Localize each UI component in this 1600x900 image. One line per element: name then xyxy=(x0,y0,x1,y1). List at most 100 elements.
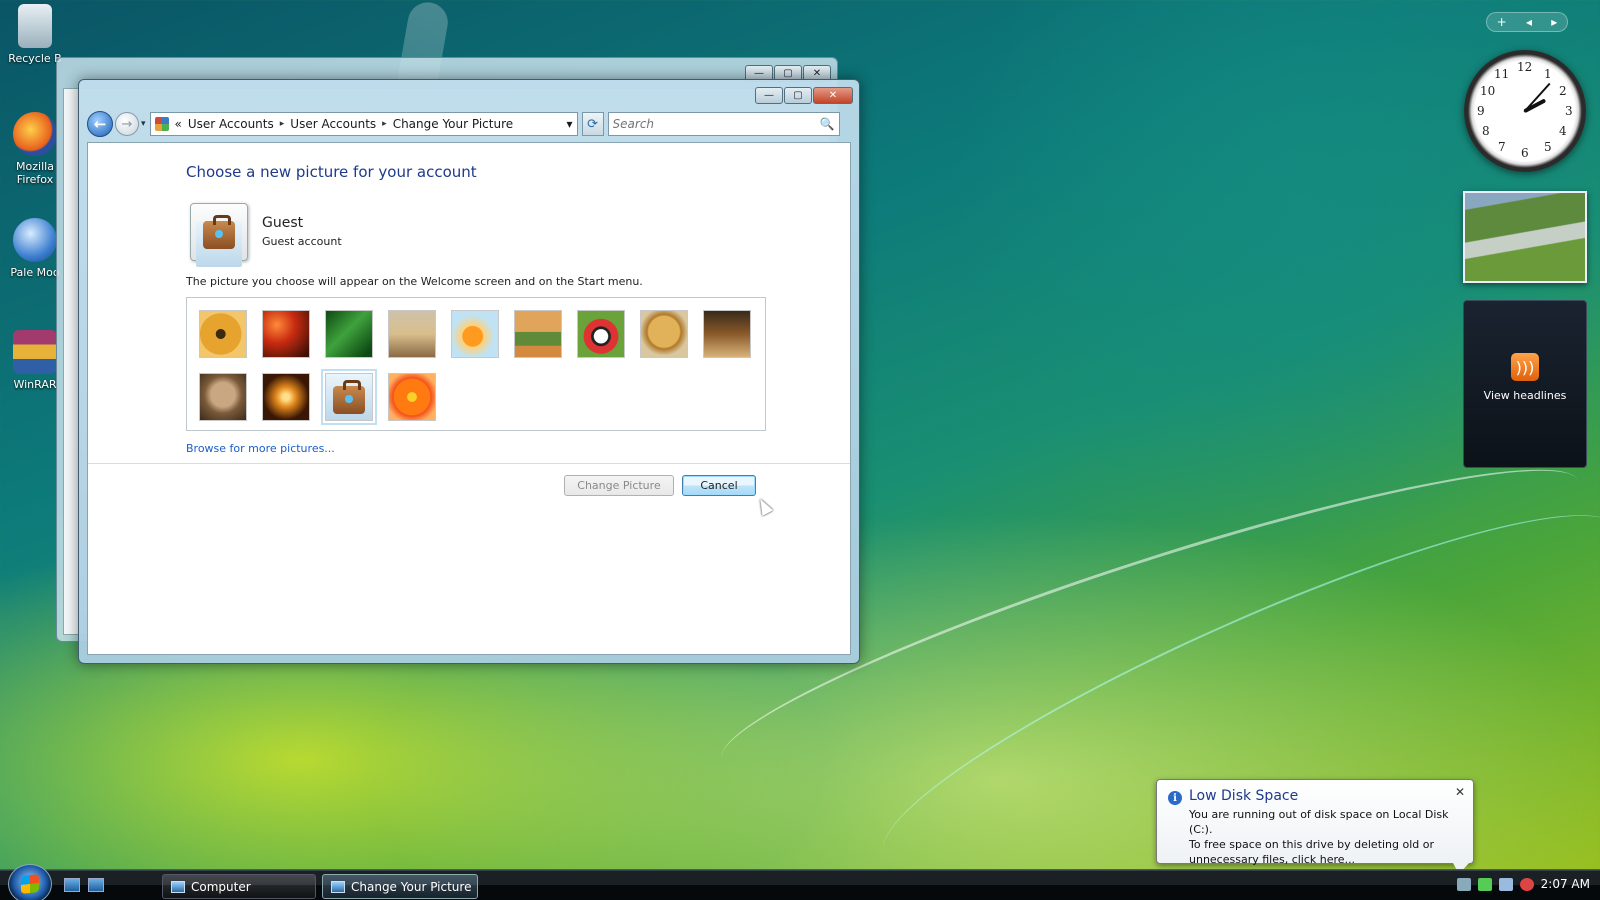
notification-line: To free space on this drive by deleting … xyxy=(1189,838,1435,851)
notification-close-icon[interactable]: ✕ xyxy=(1455,785,1465,799)
system-tray: 2:07 AM xyxy=(1456,877,1590,891)
address-dropdown-icon[interactable]: ▾ xyxy=(567,117,573,131)
clock-number: 1 xyxy=(1544,67,1552,81)
clock-number: 2 xyxy=(1559,84,1567,98)
search-input[interactable] xyxy=(612,117,820,131)
clock-number: 5 xyxy=(1544,140,1552,154)
clock-number: 8 xyxy=(1482,124,1490,138)
recycle-bin-icon xyxy=(18,4,52,48)
taskbar: Computer Change Your Picture 2:07 AM xyxy=(0,864,1600,900)
picture-dog[interactable] xyxy=(640,310,688,358)
picture-fall-leaves[interactable] xyxy=(262,310,310,358)
picture-grid xyxy=(186,297,766,431)
current-account-picture xyxy=(190,203,248,267)
navigation-bar: ← → ▾ « User Accounts ▸ User Accounts ▸ … xyxy=(87,110,851,138)
breadcrumb-separator-icon[interactable]: ▸ xyxy=(280,119,285,129)
cancel-button[interactable]: Cancel xyxy=(682,475,756,496)
picture-robot[interactable] xyxy=(388,310,436,358)
divider xyxy=(88,463,850,464)
user-accounts-icon xyxy=(331,880,345,893)
windows-flag-icon xyxy=(21,874,39,894)
change-picture-button[interactable]: Change Picture xyxy=(564,475,674,496)
clock-number: 6 xyxy=(1521,146,1529,160)
clock-number: 4 xyxy=(1559,124,1567,138)
search-icon[interactable]: 🔍 xyxy=(820,117,835,131)
next-gadget-button[interactable]: ▸ xyxy=(1551,15,1557,29)
desktop-icon-recycle-bin[interactable]: Recycle B xyxy=(2,4,68,65)
close-button[interactable]: ✕ xyxy=(813,87,853,104)
pale-moon-icon xyxy=(13,218,57,262)
account-type: Guest account xyxy=(262,235,342,248)
breadcrumb-separator-icon[interactable]: ▸ xyxy=(382,119,387,129)
desktop-icon-label: Pale Moo xyxy=(10,266,60,279)
firefox-icon xyxy=(13,112,57,156)
notification-line: You are running out of disk space on Loc… xyxy=(1189,808,1449,836)
add-gadget-button[interactable]: + xyxy=(1497,15,1507,29)
notification-line: unnecessary files, click here... xyxy=(1189,853,1356,866)
picture-sparkles[interactable] xyxy=(262,373,310,421)
maximize-button[interactable]: ▢ xyxy=(784,87,812,104)
picture-kitten[interactable] xyxy=(199,373,247,421)
picture-soccer-ball[interactable] xyxy=(577,310,625,358)
clock-number: 11 xyxy=(1494,67,1510,81)
clock-number: 3 xyxy=(1565,104,1573,118)
back-button[interactable]: ← xyxy=(87,111,113,137)
window-caption-buttons: — ▢ ✕ xyxy=(755,87,853,104)
taskbar-item-label: Change Your Picture xyxy=(351,879,472,894)
winrar-icon xyxy=(13,330,57,374)
clock-number: 12 xyxy=(1517,60,1533,74)
notification-message[interactable]: You are running out of disk space on Loc… xyxy=(1189,807,1463,867)
refresh-button[interactable]: ⟳ xyxy=(581,112,604,136)
picture-guest-suitcase[interactable] xyxy=(321,369,377,425)
page-title: Choose a new picture for your account xyxy=(186,163,477,181)
computer-icon xyxy=(171,880,185,893)
breadcrumb-overflow[interactable]: « xyxy=(175,117,182,131)
clock-minute-hand xyxy=(1523,82,1551,113)
picture-description: The picture you choose will appear on th… xyxy=(186,275,643,288)
clock-gadget[interactable]: 12 1 2 3 4 5 6 7 8 9 10 11 xyxy=(1464,50,1586,172)
desktop-icon-label: Recycle B xyxy=(8,52,62,65)
picture-bass-clef[interactable] xyxy=(199,310,247,358)
sidebar-gadget-controls: + ◂ ▸ xyxy=(1486,12,1568,32)
picture-goldfish[interactable] xyxy=(451,310,499,358)
guest-suitcase-icon xyxy=(196,214,242,267)
breadcrumb-item-user-accounts[interactable]: User Accounts xyxy=(188,117,274,131)
search-box: 🔍 xyxy=(607,112,840,136)
switch-windows-icon[interactable] xyxy=(88,878,104,892)
clock-number: 7 xyxy=(1498,140,1506,154)
disk-warning-icon[interactable] xyxy=(1498,877,1513,891)
volume-muted-icon[interactable] xyxy=(1519,877,1534,891)
low-disk-space-notification[interactable]: i Low Disk Space You are running out of … xyxy=(1156,779,1474,874)
picture-green-leaf[interactable] xyxy=(325,310,373,358)
picture-lizard[interactable] xyxy=(514,310,562,358)
notification-title: Low Disk Space xyxy=(1189,788,1299,804)
picture-orange-flower[interactable] xyxy=(388,373,436,421)
taskbar-item-computer[interactable]: Computer xyxy=(162,874,316,899)
rss-feed-icon: ))) xyxy=(1511,353,1539,381)
browse-more-pictures-link[interactable]: Browse for more pictures... xyxy=(186,442,335,455)
start-button[interactable] xyxy=(8,864,52,900)
info-icon: i xyxy=(1168,791,1182,805)
view-headlines-label[interactable]: View headlines xyxy=(1464,389,1586,402)
breadcrumb-item-change-your-picture[interactable]: Change Your Picture xyxy=(393,117,513,131)
clock-number: 9 xyxy=(1477,104,1485,118)
forward-button[interactable]: → xyxy=(115,112,139,136)
control-panel-icon xyxy=(154,117,169,131)
taskbar-clock[interactable]: 2:07 AM xyxy=(1541,877,1590,891)
main-content: Choose a new picture for your account Gu… xyxy=(87,142,851,655)
account-name: Guest xyxy=(262,215,304,231)
picture-chess[interactable] xyxy=(703,310,751,358)
change-picture-window: — ▢ ✕ ← → ▾ « User Accounts ▸ User Accou… xyxy=(78,79,860,664)
previous-gadget-button[interactable]: ◂ xyxy=(1526,15,1532,29)
network-icon[interactable] xyxy=(1456,877,1471,891)
show-desktop-icon[interactable] xyxy=(64,878,80,892)
address-bar[interactable]: « User Accounts ▸ User Accounts ▸ Change… xyxy=(149,112,578,136)
recent-pages-dropdown[interactable]: ▾ xyxy=(141,119,146,129)
taskbar-item-change-your-picture[interactable]: Change Your Picture xyxy=(322,874,478,899)
breadcrumb-item-user-accounts-2[interactable]: User Accounts xyxy=(290,117,376,131)
security-icon[interactable] xyxy=(1477,877,1492,891)
minimize-button[interactable]: — xyxy=(755,87,783,104)
clock-number: 10 xyxy=(1480,84,1496,98)
slideshow-gadget[interactable] xyxy=(1463,191,1587,283)
feed-headlines-gadget[interactable]: ))) View headlines xyxy=(1463,300,1587,468)
